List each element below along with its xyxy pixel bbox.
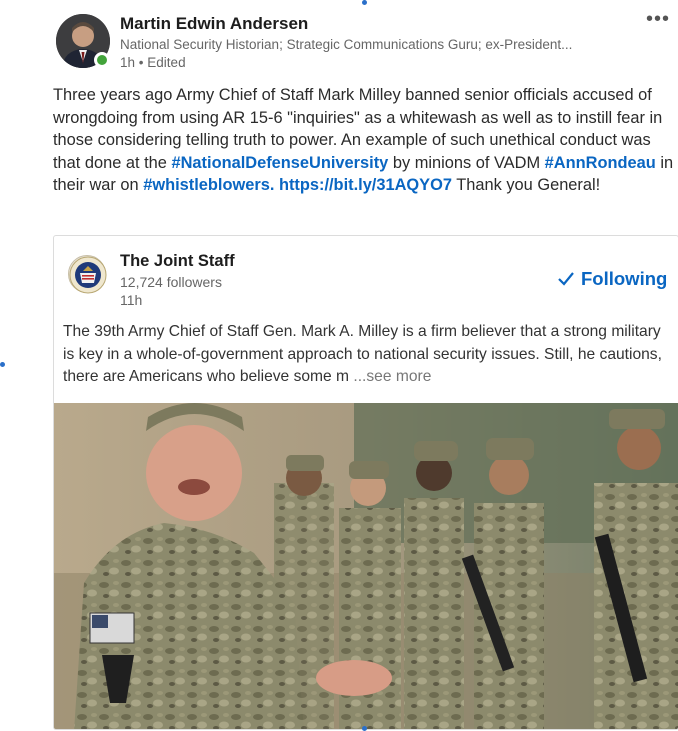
edge-marker — [362, 0, 367, 5]
meta-separator: • — [138, 55, 144, 70]
following-button[interactable]: Following — [557, 268, 667, 290]
shared-post-text: The 39th Army Chief of Staff Gen. Mark A… — [63, 321, 675, 389]
shared-post-card[interactable]: The Joint Staff 12,724 followers 11h Fol… — [53, 235, 678, 730]
see-more-link[interactable]: ...see more — [353, 368, 431, 385]
edge-marker — [362, 726, 367, 731]
online-status-dot — [94, 52, 110, 68]
shared-org-followers: 12,724 followers — [120, 274, 222, 290]
hashtag-ann-rondeau[interactable]: #AnnRondeau — [545, 154, 656, 172]
shared-org-name[interactable]: The Joint Staff — [120, 252, 235, 271]
author-avatar[interactable] — [56, 14, 110, 68]
shared-post-time: 11h — [120, 292, 143, 308]
more-options-icon[interactable]: ••• — [646, 8, 670, 31]
author-name[interactable]: Martin Edwin Andersen — [120, 14, 308, 34]
post-time: 1h — [120, 55, 136, 70]
post-text-part: by minions of VADM — [388, 153, 545, 172]
post-text: Three years ago Army Chief of Staff Mark… — [53, 84, 678, 197]
joint-staff-seal-icon[interactable] — [68, 255, 107, 294]
edge-marker — [0, 362, 5, 367]
hashtag-national-defense-university[interactable]: #NationalDefenseUniversity — [171, 154, 388, 172]
author-headline: National Security Historian; Strategic C… — [120, 37, 573, 52]
feed-post: Martin Edwin Andersen National Security … — [0, 0, 678, 731]
post-text-part: Thank you General! — [451, 176, 601, 195]
following-label: Following — [581, 268, 668, 289]
shared-post-photo[interactable] — [54, 403, 678, 729]
checkmark-icon — [558, 272, 574, 286]
hashtag-whistleblowers[interactable]: #whistleblowers. — [143, 176, 274, 194]
post-link[interactable]: https://bit.ly/31AQYO7 — [279, 176, 452, 194]
post-meta: 1h • Edited — [120, 55, 186, 70]
edited-label: Edited — [147, 55, 186, 70]
